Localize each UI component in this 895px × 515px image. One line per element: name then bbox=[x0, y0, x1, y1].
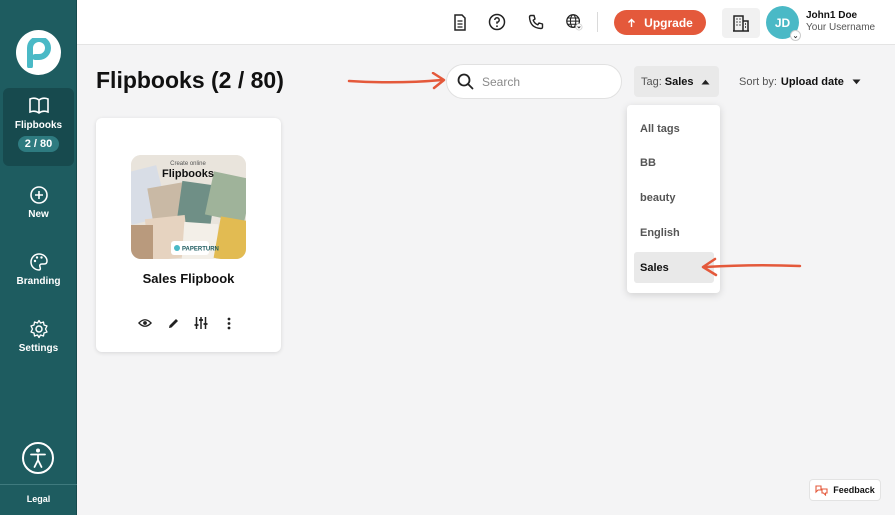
sidebar-item-label: Branding bbox=[16, 276, 61, 287]
sort-label: Sort by: bbox=[739, 76, 777, 88]
feedback-label: Feedback bbox=[833, 485, 875, 495]
user-name: John1 Doe bbox=[806, 10, 858, 21]
chevron-down-icon: ⌄ bbox=[790, 30, 801, 41]
pencil-icon[interactable] bbox=[166, 316, 180, 330]
eye-icon[interactable] bbox=[138, 316, 152, 330]
avatar[interactable]: JD ⌄ bbox=[766, 6, 801, 41]
avatar-initials: JD bbox=[774, 15, 791, 30]
tag-option-english[interactable]: English bbox=[634, 217, 714, 248]
logo-p-mark bbox=[26, 37, 51, 68]
sidebar-item-label: New bbox=[28, 209, 49, 220]
building-icon bbox=[733, 15, 749, 32]
tag-option-all[interactable]: All tags bbox=[634, 113, 714, 144]
topbar-divider bbox=[597, 12, 598, 32]
tag-option-beauty[interactable]: beauty bbox=[634, 182, 714, 213]
sidebar-item-settings[interactable]: Settings bbox=[0, 319, 77, 354]
user-username: Your Username bbox=[806, 22, 876, 33]
arrow-up-icon bbox=[628, 18, 636, 27]
sidebar-item-label: Flipbooks bbox=[14, 120, 63, 131]
search-box[interactable] bbox=[446, 64, 622, 99]
plus-circle-icon bbox=[29, 186, 48, 204]
language-globe-icon[interactable] bbox=[565, 13, 583, 31]
feedback-button[interactable]: Feedback bbox=[809, 479, 881, 501]
sidebar-item-new[interactable]: New bbox=[0, 185, 77, 220]
book-open-icon bbox=[28, 97, 49, 114]
feedback-icon bbox=[815, 484, 828, 496]
caret-down-icon bbox=[852, 79, 861, 85]
tag-option-bb[interactable]: BB bbox=[634, 147, 714, 178]
sort-dropdown[interactable]: Sort by: Upload date bbox=[739, 76, 861, 88]
paperturn-logo[interactable] bbox=[16, 30, 61, 75]
search-icon bbox=[457, 73, 474, 90]
more-vertical-icon[interactable] bbox=[222, 316, 236, 330]
accessibility-icon bbox=[30, 448, 46, 468]
upgrade-button[interactable]: Upgrade bbox=[614, 10, 706, 35]
thumb-text-small: Create online bbox=[170, 161, 206, 167]
legal-link[interactable]: Legal bbox=[0, 494, 77, 504]
upgrade-label: Upgrade bbox=[644, 15, 693, 30]
thumb-brand: PAPERTURN bbox=[182, 247, 219, 253]
sidebar-item-branding[interactable]: Branding bbox=[0, 252, 77, 287]
help-icon[interactable] bbox=[488, 13, 506, 31]
sidebar: Flipbooks 2 / 80 New Branding Settings L… bbox=[0, 0, 77, 515]
tag-filter-button[interactable]: Tag: Sales bbox=[634, 66, 719, 97]
organization-button[interactable] bbox=[722, 8, 760, 38]
thumb-text-big: Flipbooks bbox=[162, 168, 214, 180]
annotation-arrow-search bbox=[347, 72, 446, 90]
search-input[interactable] bbox=[482, 74, 602, 89]
palette-icon bbox=[29, 253, 48, 271]
flipbook-thumbnail[interactable]: PAPERTURN Create online Flipbooks bbox=[131, 155, 246, 259]
flipbook-cover-image: PAPERTURN Create online Flipbooks bbox=[131, 155, 246, 259]
flipbook-card[interactable]: PAPERTURN Create online Flipbooks Sales … bbox=[96, 118, 281, 352]
top-bar: Upgrade JD ⌄ John1 Doe Your Username bbox=[77, 0, 895, 45]
legal-divider bbox=[0, 484, 77, 485]
page-title: Flipbooks (2 / 80) bbox=[96, 67, 284, 93]
sliders-icon[interactable] bbox=[194, 316, 208, 330]
card-actions bbox=[138, 316, 236, 330]
sidebar-item-flipbooks[interactable]: Flipbooks 2 / 80 bbox=[3, 88, 74, 166]
phone-icon[interactable] bbox=[527, 13, 545, 31]
accessibility-button[interactable] bbox=[22, 442, 54, 474]
gear-icon bbox=[29, 319, 48, 339]
tag-filter-label: Tag: bbox=[641, 75, 662, 88]
annotation-arrow-sales bbox=[701, 257, 802, 277]
flipbook-count-badge: 2 / 80 bbox=[17, 136, 60, 152]
sort-value: Upload date bbox=[780, 76, 844, 88]
document-icon[interactable] bbox=[451, 13, 469, 31]
card-title: Sales Flipbook bbox=[142, 271, 235, 286]
caret-up-icon bbox=[701, 79, 710, 84]
sidebar-item-label: Settings bbox=[18, 343, 59, 354]
tag-filter-value: Sales bbox=[664, 75, 694, 88]
